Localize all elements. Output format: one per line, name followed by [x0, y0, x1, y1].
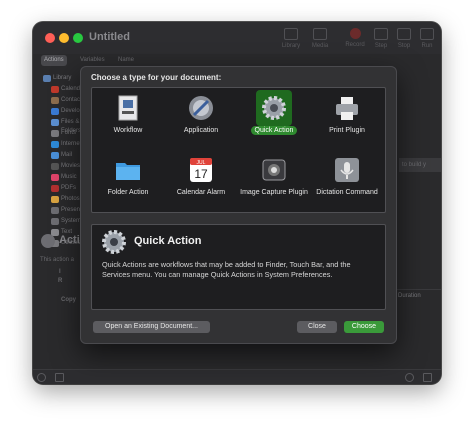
gear-icon [102, 230, 126, 254]
run-toolbar-button[interactable]: Run [413, 28, 441, 54]
presentations-icon [51, 207, 59, 214]
bottom-bar [33, 369, 441, 384]
document-type-grid: Workflow Application Quick Action Print … [91, 87, 386, 213]
zoom-window-button[interactable] [73, 33, 83, 43]
library-icon [284, 28, 298, 40]
record-toolbar-button[interactable]: Record [341, 28, 369, 54]
type-label: Image Capture Plugin [240, 189, 308, 196]
action-info-label: Copy [61, 297, 76, 303]
contacts-icon [51, 97, 59, 104]
type-label: Print Plugin [329, 127, 365, 134]
microphone-icon [335, 158, 359, 182]
type-image-capture-plugin[interactable]: Image Capture Plugin [238, 152, 310, 212]
log-icon[interactable] [405, 373, 414, 382]
type-calendar-alarm[interactable]: JUL 17 Calendar Alarm [165, 152, 237, 212]
type-quick-action[interactable]: Quick Action [238, 90, 310, 150]
title-bar: Untitled Library Media Record Step Stop … [33, 22, 441, 54]
developer-icon [51, 108, 59, 115]
step-icon [374, 28, 388, 40]
action-info-header: Action [39, 232, 93, 252]
window-title: Untitled [89, 31, 130, 43]
workflow-icon [118, 95, 138, 121]
choose-button[interactable]: Choose [344, 321, 384, 333]
photos-icon [51, 196, 59, 203]
stop-icon [397, 28, 411, 40]
fonts-icon [51, 130, 59, 137]
action-gear-icon [41, 234, 55, 248]
duration-column-header[interactable]: Duration [395, 289, 441, 302]
type-label: Calendar Alarm [176, 189, 226, 196]
movies-icon [51, 163, 59, 170]
action-library-sidebar: Library Calendar Contacts Developer File… [33, 68, 98, 358]
tab-name[interactable]: Name [115, 55, 137, 66]
files-icon [51, 119, 59, 126]
minimize-window-button[interactable] [59, 33, 69, 43]
sidebar-item-library[interactable]: Library [39, 74, 79, 83]
gear-icon [262, 96, 286, 120]
type-folder-action[interactable]: Folder Action [92, 152, 164, 212]
action-description: This action a [40, 257, 75, 263]
action-info-label: R [58, 278, 63, 284]
settings-icon[interactable] [37, 373, 46, 382]
tab-actions[interactable]: Actions [41, 55, 67, 66]
type-label: Quick Action [238, 126, 310, 135]
type-label: Folder Action [107, 189, 149, 196]
type-print-plugin[interactable]: Print Plugin [311, 90, 383, 150]
run-icon [420, 28, 434, 40]
type-label: Workflow [113, 127, 143, 134]
calendar-icon [51, 86, 59, 93]
open-existing-document-button[interactable]: Open an Existing Document... [93, 321, 210, 333]
close-button[interactable]: Close [297, 321, 337, 333]
music-icon [51, 174, 59, 181]
system-icon [51, 218, 59, 225]
calendar-month: JUL [197, 160, 206, 166]
type-label: Application [183, 127, 219, 134]
media-toolbar-button[interactable]: Media [306, 28, 334, 54]
variables-icon[interactable] [423, 373, 432, 382]
selected-type-body: Quick Actions are workflows that may be … [102, 260, 351, 279]
type-dictation-command[interactable]: Dictation Command [311, 152, 383, 212]
selected-type-title: Quick Action [134, 235, 202, 247]
selected-type-description: Quick Action Quick Actions are workflows… [91, 224, 386, 310]
library-folder-icon [43, 75, 51, 82]
internet-icon [51, 141, 59, 148]
media-icon [313, 28, 327, 40]
camera-icon [262, 159, 286, 181]
calendar-icon: JUL 17 [190, 158, 212, 182]
printer-icon [336, 97, 358, 120]
pdf-icon [51, 185, 59, 192]
dialog-heading: Choose a type for your document: [91, 73, 222, 82]
close-window-button[interactable] [45, 33, 55, 43]
library-toolbar-button[interactable]: Library [277, 28, 305, 54]
type-label: Dictation Command [316, 189, 378, 196]
action-info-label: I [59, 269, 61, 275]
type-workflow[interactable]: Workflow [92, 90, 164, 150]
mail-icon [51, 152, 59, 159]
info-icon[interactable] [55, 373, 64, 382]
folder-icon [116, 163, 140, 180]
application-icon [189, 96, 213, 120]
record-icon [349, 28, 361, 39]
document-type-dialog: Choose a type for your document: Workflo… [80, 66, 397, 344]
tab-variables[interactable]: Variables [77, 55, 108, 66]
calendar-day: 17 [194, 167, 208, 181]
type-application[interactable]: Application [165, 90, 237, 150]
workflow-hint-text: to build y [399, 158, 441, 172]
